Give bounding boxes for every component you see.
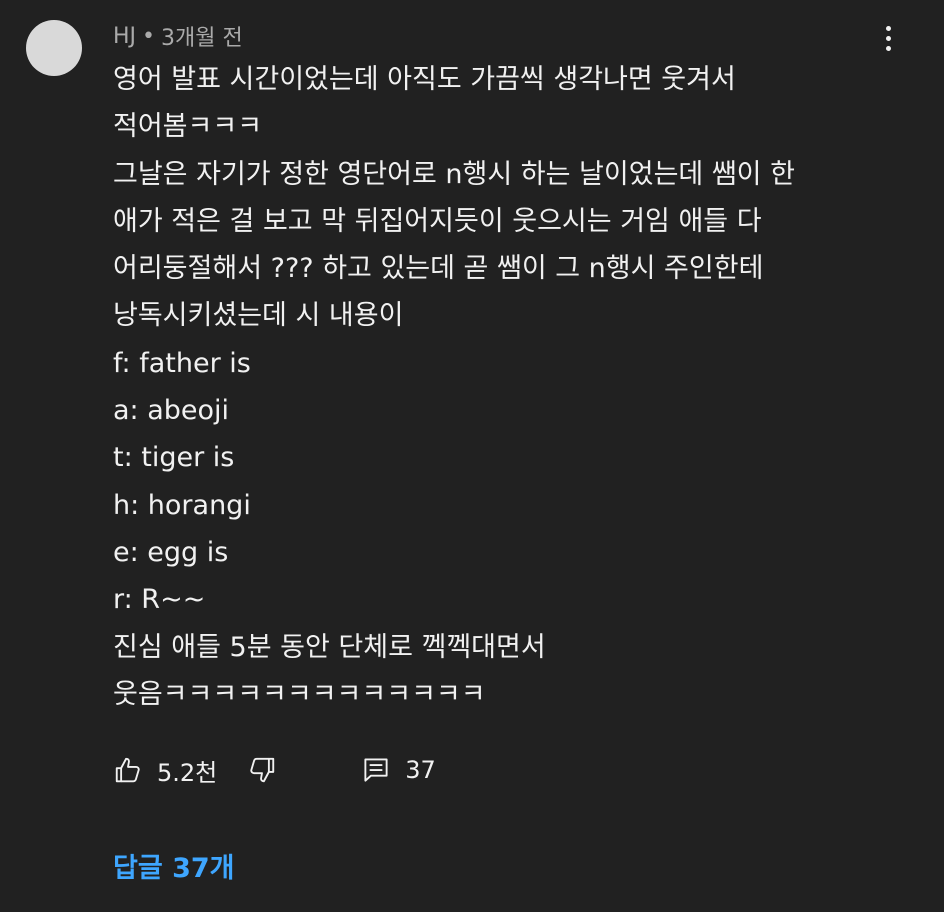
- comment-body: 영어 발표 시간이었는데 아직도 가끔씩 생각나면 웃겨서 적어봄ㅋㅋㅋ 그날은…: [113, 56, 913, 718]
- comment-line: 낭독시키셨는데 시 내용이: [113, 300, 404, 332]
- comment-line: 진심 애들 5분 동안 단체로 껙껙대면서: [113, 631, 546, 663]
- comment-line: 적어봄ㅋㅋㅋ: [113, 111, 263, 143]
- comment-line: 그날은 자기가 정한 영단어로 n행시 하는 날이었는데 쌤이 한: [113, 158, 795, 190]
- like-count: 5.2천: [157, 758, 218, 787]
- like-button[interactable]: 5.2천: [113, 753, 217, 788]
- comment-actions: 5.2천 37: [113, 748, 436, 792]
- comment-line: f: father is: [113, 347, 251, 379]
- comment-line: e: egg is: [113, 536, 229, 568]
- comment-line: 어리둥절해서 ??? 하고 있는데 곧 쌤이 그 n행시 주인한테: [113, 253, 764, 285]
- thumbs-up-icon: [113, 755, 143, 785]
- comment-icon: [361, 755, 391, 785]
- comment-line: h: horangi: [113, 489, 251, 521]
- more-actions-button[interactable]: [872, 20, 904, 56]
- author-name[interactable]: HJ: [113, 24, 136, 49]
- more-vertical-icon: [885, 25, 891, 31]
- comment-line: a: abeoji: [113, 395, 230, 427]
- comment-line: 애가 적은 걸 보고 막 뒤집어지듯이 웃으시는 거임 애들 다: [113, 205, 762, 237]
- comment-line: r: R~~: [113, 584, 206, 616]
- reply-button[interactable]: 37: [361, 755, 436, 785]
- dislike-button[interactable]: [247, 755, 277, 785]
- avatar[interactable]: [26, 20, 82, 76]
- reply-count: 37: [405, 756, 436, 784]
- comment-time[interactable]: 3개월 전: [161, 20, 243, 52]
- view-replies-button[interactable]: 답글 37개: [113, 846, 235, 885]
- comment-line: t: tiger is: [113, 442, 235, 474]
- meta-separator: •: [142, 23, 156, 49]
- thumbs-down-icon: [247, 755, 277, 785]
- comment-header: HJ • 3개월 전: [113, 20, 243, 52]
- comment-line: 영어 발표 시간이었는데 아직도 가끔씩 생각나면 웃겨서: [113, 64, 736, 95]
- comment-line: 웃음ㅋㅋㅋㅋㅋㅋㅋㅋㅋㅋㅋㅋㅋ: [113, 678, 486, 710]
